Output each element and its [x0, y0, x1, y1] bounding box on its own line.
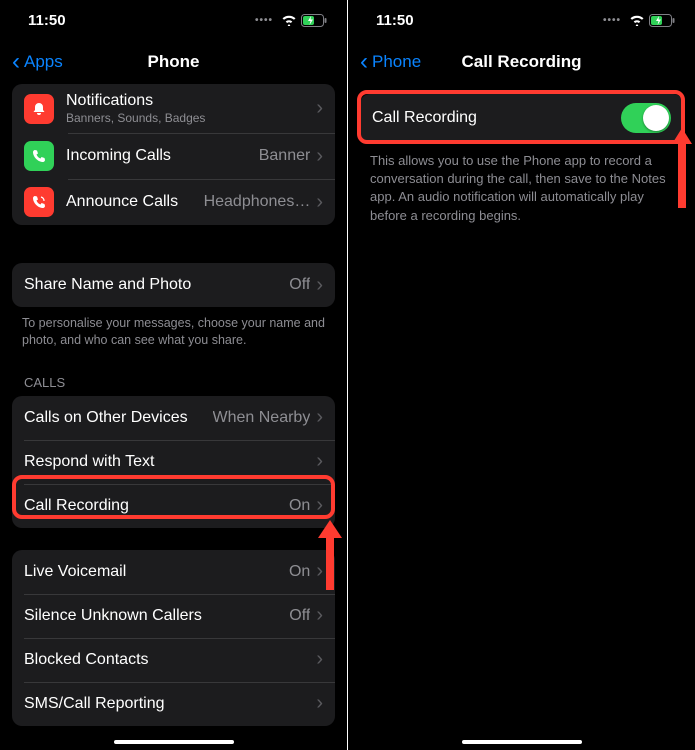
notification-icon [24, 94, 54, 124]
row-incoming-calls[interactable]: Incoming Calls Banner › [12, 133, 335, 179]
status-icons: •••• [603, 14, 675, 27]
status-time: 11:50 [28, 12, 66, 29]
back-label: Phone [372, 52, 421, 72]
phone-in-icon [24, 141, 54, 171]
row-label: Announce Calls [66, 193, 204, 211]
row-respond-with-text[interactable]: Respond with Text › [12, 440, 335, 484]
toggle-knob [643, 105, 669, 131]
group-call-options: Live Voicemail On › Silence Unknown Call… [12, 550, 335, 726]
row-text: Notifications Banners, Sounds, Badges [66, 92, 316, 125]
chevron-right-icon: › [316, 274, 323, 297]
row-label: Calls on Other Devices [24, 409, 213, 427]
row-value: Off [289, 607, 310, 625]
share-footer: To personalise your messages, choose you… [0, 307, 347, 357]
screen-phone-settings: 11:50 •••• ‹ Apps Phone Notifications [0, 0, 347, 750]
row-announce-calls[interactable]: Announce Calls Headphones… › [12, 179, 335, 225]
settings-content[interactable]: Notifications Banners, Sounds, Badges › … [0, 84, 347, 750]
chevron-right-icon: › [316, 648, 323, 671]
row-label: Call Recording [372, 109, 621, 127]
chevron-right-icon: › [316, 406, 323, 429]
row-blocked-contacts[interactable]: Blocked Contacts › [12, 638, 335, 682]
row-label: Call Recording [24, 497, 289, 515]
recording-content: Call Recording This allows you to use th… [348, 94, 695, 750]
row-value: Off [289, 276, 310, 294]
row-live-voicemail[interactable]: Live Voicemail On › [12, 550, 335, 594]
chevron-right-icon: › [316, 450, 323, 473]
nav-bar: ‹ Apps Phone [0, 40, 347, 84]
wifi-icon [281, 14, 297, 26]
chevron-right-icon: › [316, 97, 323, 120]
cellular-icon: •••• [603, 15, 621, 26]
chevron-right-icon: › [316, 604, 323, 627]
group-share: Share Name and Photo Off › [12, 263, 335, 307]
nav-bar: ‹ Phone Call Recording [348, 40, 695, 84]
chevron-right-icon: › [316, 145, 323, 168]
row-label: Live Voicemail [24, 563, 289, 581]
row-label: Notifications [66, 92, 316, 110]
group-alerts: Notifications Banners, Sounds, Badges › … [12, 84, 335, 225]
home-indicator[interactable] [462, 740, 582, 744]
toggle-switch[interactable] [621, 103, 671, 133]
row-label: Blocked Contacts [24, 651, 316, 669]
row-value: On [289, 563, 310, 581]
back-label: Apps [24, 52, 63, 72]
row-call-recording-toggle[interactable]: Call Recording [360, 94, 683, 142]
row-value: On [289, 497, 310, 515]
row-notifications[interactable]: Notifications Banners, Sounds, Badges › [12, 84, 335, 133]
battery-icon [301, 14, 327, 27]
chevron-right-icon: › [316, 191, 323, 214]
screen-call-recording: 11:50 •••• ‹ Phone Call Recording Call R… [348, 0, 695, 750]
wifi-icon [629, 14, 645, 26]
row-label: Share Name and Photo [24, 276, 289, 294]
row-sublabel: Banners, Sounds, Badges [66, 111, 316, 125]
recording-description: This allows you to use the Phone app to … [348, 142, 695, 235]
status-icons: •••• [255, 14, 327, 27]
chevron-right-icon: › [316, 692, 323, 715]
status-time: 11:50 [376, 12, 414, 29]
chevron-left-icon: ‹ [360, 50, 368, 74]
status-bar: 11:50 •••• [0, 0, 347, 40]
back-button[interactable]: ‹ Apps [12, 50, 63, 74]
row-calls-other-devices[interactable]: Calls on Other Devices When Nearby › [12, 396, 335, 440]
battery-icon [649, 14, 675, 27]
row-label: SMS/Call Reporting [24, 695, 316, 713]
chevron-right-icon: › [316, 494, 323, 517]
row-sms-call-reporting[interactable]: SMS/Call Reporting › [12, 682, 335, 726]
row-silence-unknown[interactable]: Silence Unknown Callers Off › [12, 594, 335, 638]
row-value: When Nearby [213, 409, 311, 427]
chevron-right-icon: › [316, 560, 323, 583]
group-calls: Calls on Other Devices When Nearby › Res… [12, 396, 335, 528]
announce-icon [24, 187, 54, 217]
group-recording-toggle: Call Recording [360, 94, 683, 142]
row-value: Headphones… [204, 193, 311, 211]
chevron-left-icon: ‹ [12, 50, 20, 74]
row-label: Incoming Calls [66, 147, 259, 165]
home-indicator[interactable] [114, 740, 234, 744]
status-bar: 11:50 •••• [348, 0, 695, 40]
back-button[interactable]: ‹ Phone [360, 50, 421, 74]
row-share-name-photo[interactable]: Share Name and Photo Off › [12, 263, 335, 307]
row-label: Silence Unknown Callers [24, 607, 289, 625]
row-label: Respond with Text [24, 453, 316, 471]
cellular-icon: •••• [255, 15, 273, 26]
calls-section-header: CALLS [0, 357, 347, 396]
row-value: Banner [259, 147, 311, 165]
row-call-recording[interactable]: Call Recording On › [12, 484, 335, 528]
